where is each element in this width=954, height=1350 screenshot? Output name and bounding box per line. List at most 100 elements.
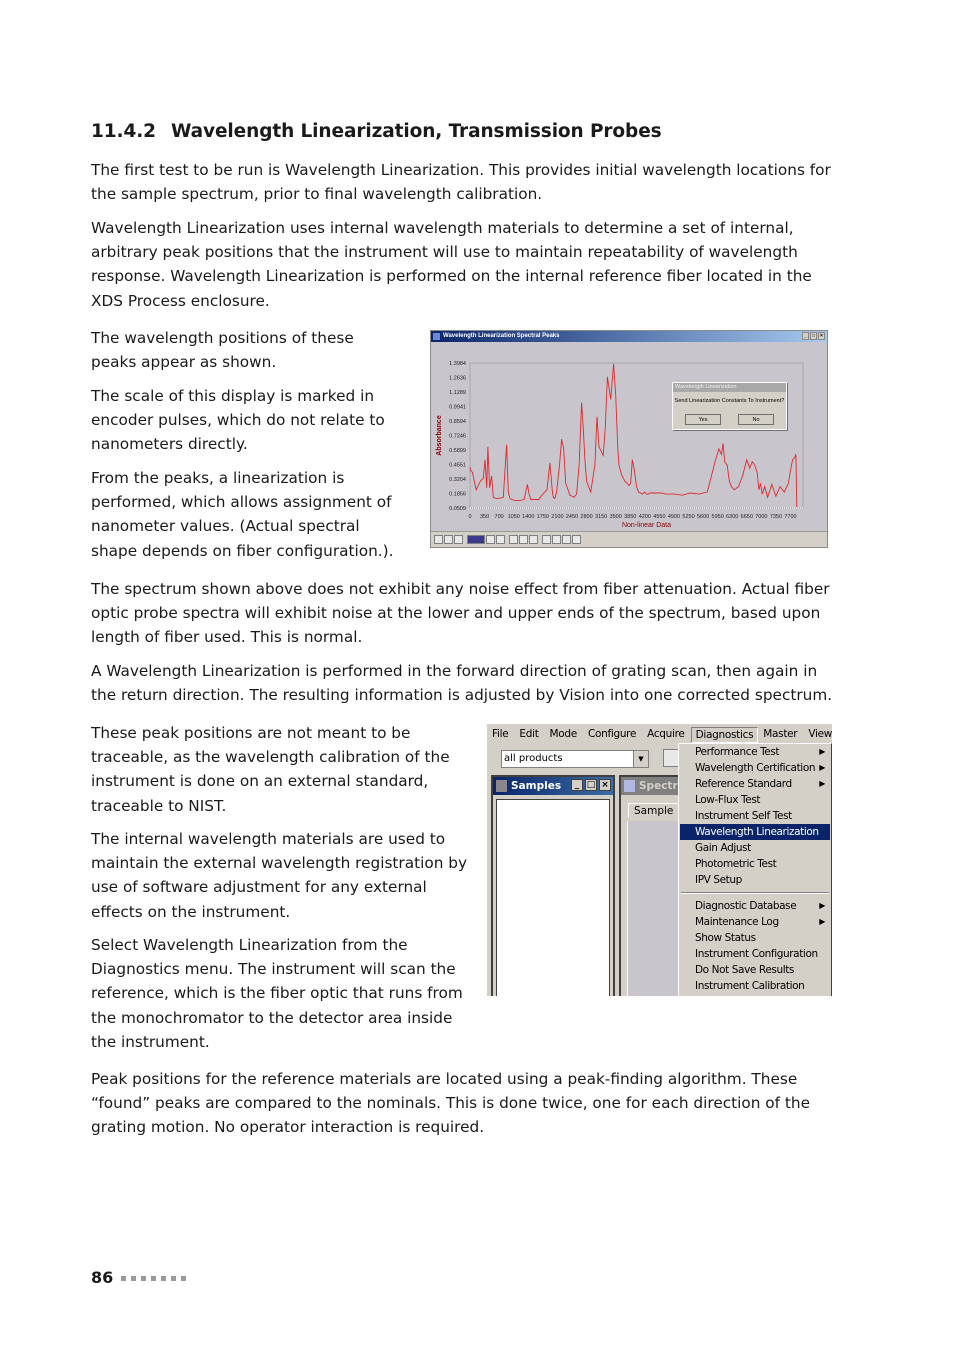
- y-tick-label: 0.9941: [449, 405, 466, 411]
- paragraph-10: Select Wavelength Linearization from the…: [91, 936, 463, 1051]
- linearization-dialog: Wavelength Linearization Send Linearizat…: [672, 382, 787, 430]
- points-icon[interactable]: [552, 535, 561, 544]
- x-tick-label: 350: [480, 514, 489, 520]
- print-icon[interactable]: [454, 535, 463, 544]
- spectra-icon: [624, 780, 635, 792]
- paragraph-4: The scale of this display is marked in e…: [91, 387, 385, 454]
- chart-app-icon: [433, 333, 440, 340]
- menu-item-label: Wavelength Linearization: [695, 826, 819, 838]
- menu-item-maintenance-log[interactable]: Maintenance Log ▶: [679, 914, 831, 930]
- menu-bar: File Edit Mode Configure Acquire Diagnos…: [487, 724, 832, 744]
- x-tick-label: 3150: [595, 514, 607, 520]
- menu-item-show-status[interactable]: Show Status: [679, 930, 831, 946]
- menu-item-do-not-save-results[interactable]: Do Not Save Results: [679, 962, 831, 978]
- vertical-lines-icon[interactable]: [519, 535, 528, 544]
- chevron-down-icon[interactable]: ▼: [633, 751, 648, 767]
- submenu-arrow-icon: ▶: [819, 901, 825, 910]
- menu-item-label: Low-Flux Test: [695, 794, 761, 806]
- footer-dots: [121, 1276, 186, 1281]
- dialog-message: Send Linearization Constants To Instrume…: [674, 398, 785, 404]
- close-button[interactable]: ×: [599, 779, 611, 791]
- no-button[interactable]: No: [738, 414, 774, 425]
- menu-item-label: Instrument Configuration: [695, 948, 818, 960]
- x-tick-label: 0: [468, 514, 471, 520]
- close-button[interactable]: ×: [818, 332, 825, 340]
- product-select[interactable]: all products ▼: [501, 750, 649, 768]
- grid-icon[interactable]: [444, 535, 453, 544]
- minimize-button[interactable]: _: [571, 779, 583, 791]
- x-tick-label: 6300: [726, 514, 738, 520]
- tab-sample[interactable]: Sample: [628, 803, 680, 818]
- menu-item-diagnostic-database[interactable]: Diagnostic Database ▶: [679, 898, 831, 914]
- menu-item-label: Gain Adjust: [695, 842, 751, 854]
- menu-item-reference-standard[interactable]: Reference Standard ▶: [679, 776, 831, 792]
- samples-list[interactable]: [496, 799, 610, 996]
- menu-item-label: Performance Test: [695, 746, 780, 758]
- section-number: 11.4.2: [91, 121, 156, 142]
- menu-item-instrument-calibration[interactable]: Instrument Calibration: [679, 978, 831, 994]
- x-tick-label: 1750: [537, 514, 549, 520]
- menu-item-wavelength-linearization[interactable]: Wavelength Linearization: [680, 824, 830, 840]
- menu-item-gain-adjust[interactable]: Gain Adjust: [679, 840, 831, 856]
- menu-item-instrument-self-test[interactable]: Instrument Self Test: [679, 808, 831, 824]
- paragraph-9: The internal wavelength materials are us…: [91, 830, 468, 921]
- menu-edit[interactable]: Edit: [514, 728, 544, 740]
- y-tick-label: 1.2636: [449, 376, 466, 382]
- yes-button[interactable]: Yes: [685, 414, 721, 425]
- magnifier-icon[interactable]: [562, 535, 571, 544]
- menu-item-ipv-setup[interactable]: IPV Setup: [679, 872, 831, 888]
- section-heading: 11.4.2 Wavelength Linearization, Transmis…: [91, 121, 662, 142]
- plus-icon[interactable]: [486, 535, 495, 544]
- menu-item-photometric-test[interactable]: Photometric Test: [679, 856, 831, 872]
- menu-item-label: Reference Standard: [695, 778, 792, 790]
- samples-title: Samples: [511, 780, 562, 792]
- menu-mode[interactable]: Mode: [545, 728, 583, 740]
- menu-file[interactable]: File: [487, 728, 514, 740]
- chart-toolbar: [431, 531, 827, 547]
- submenu-arrow-icon: ▶: [819, 779, 825, 788]
- x-tick-label: 3500: [610, 514, 622, 520]
- menu-item-label: Diagnostic Database: [695, 900, 797, 912]
- x-tick-label: 2800: [580, 514, 592, 520]
- y-tick-label: 0.5899: [449, 448, 466, 454]
- zoom-page-icon[interactable]: [496, 535, 505, 544]
- minimize-button[interactable]: _: [802, 332, 809, 340]
- horizontal-lines-icon[interactable]: [529, 535, 538, 544]
- brush-icon[interactable]: [509, 535, 518, 544]
- new-document-icon[interactable]: [663, 749, 679, 767]
- x-tick-label: 5250: [682, 514, 694, 520]
- x-tick-label: 4550: [653, 514, 665, 520]
- menu-item-instrument-configuration[interactable]: Instrument Configuration: [679, 946, 831, 962]
- menu-item-label: Wavelength Certification: [695, 762, 816, 774]
- maximize-button[interactable]: □: [810, 332, 817, 340]
- chart-settings-icon[interactable]: [572, 535, 581, 544]
- menu-item-performance-test[interactable]: Performance Test ▶: [679, 744, 831, 760]
- menu-diagnostics[interactable]: Diagnostics: [690, 727, 759, 743]
- window-titlebar: Wavelength Linearization Spectral Peaks …: [431, 331, 827, 342]
- x-tick-label: 3850: [624, 514, 636, 520]
- x-tick-label: 4200: [639, 514, 651, 520]
- color-swatch-icon[interactable]: [467, 535, 485, 544]
- paragraph-2: Wavelength Linearization uses internal w…: [91, 219, 812, 310]
- menu-item-wavelength-certification[interactable]: Wavelength Certification ▶: [679, 760, 831, 776]
- menu-item-label: Do Not Save Results: [695, 964, 795, 976]
- menu-item-label: Instrument Calibration: [695, 980, 805, 992]
- menu-configure[interactable]: Configure: [583, 728, 642, 740]
- x-tick-label: 5600: [697, 514, 709, 520]
- maximize-button[interactable]: □: [585, 779, 597, 791]
- paragraph-6: The spectrum shown above does not exhibi…: [91, 580, 830, 647]
- y-tick-label: 1.3984: [449, 361, 466, 367]
- x-axis-label: Non-linear Data: [622, 522, 671, 529]
- y-tick-label: 1.1289: [449, 390, 466, 396]
- x-tick-label: 1400: [522, 514, 534, 520]
- menu-master[interactable]: Master: [758, 728, 803, 740]
- paragraph-1: The first test to be run is Wavelength L…: [91, 161, 831, 204]
- paragraph-11: Peak positions for the reference materia…: [91, 1070, 811, 1137]
- menu-view[interactable]: View: [803, 728, 832, 740]
- axis-icon[interactable]: [542, 535, 551, 544]
- dialog-title: Wavelength Linearization: [673, 383, 786, 392]
- menu-acquire[interactable]: Acquire: [642, 728, 690, 740]
- window-title: Wavelength Linearization Spectral Peaks: [443, 333, 560, 339]
- monitor-icon[interactable]: [434, 535, 443, 544]
- menu-item-low-flux-test[interactable]: Low-Flux Test: [679, 792, 831, 808]
